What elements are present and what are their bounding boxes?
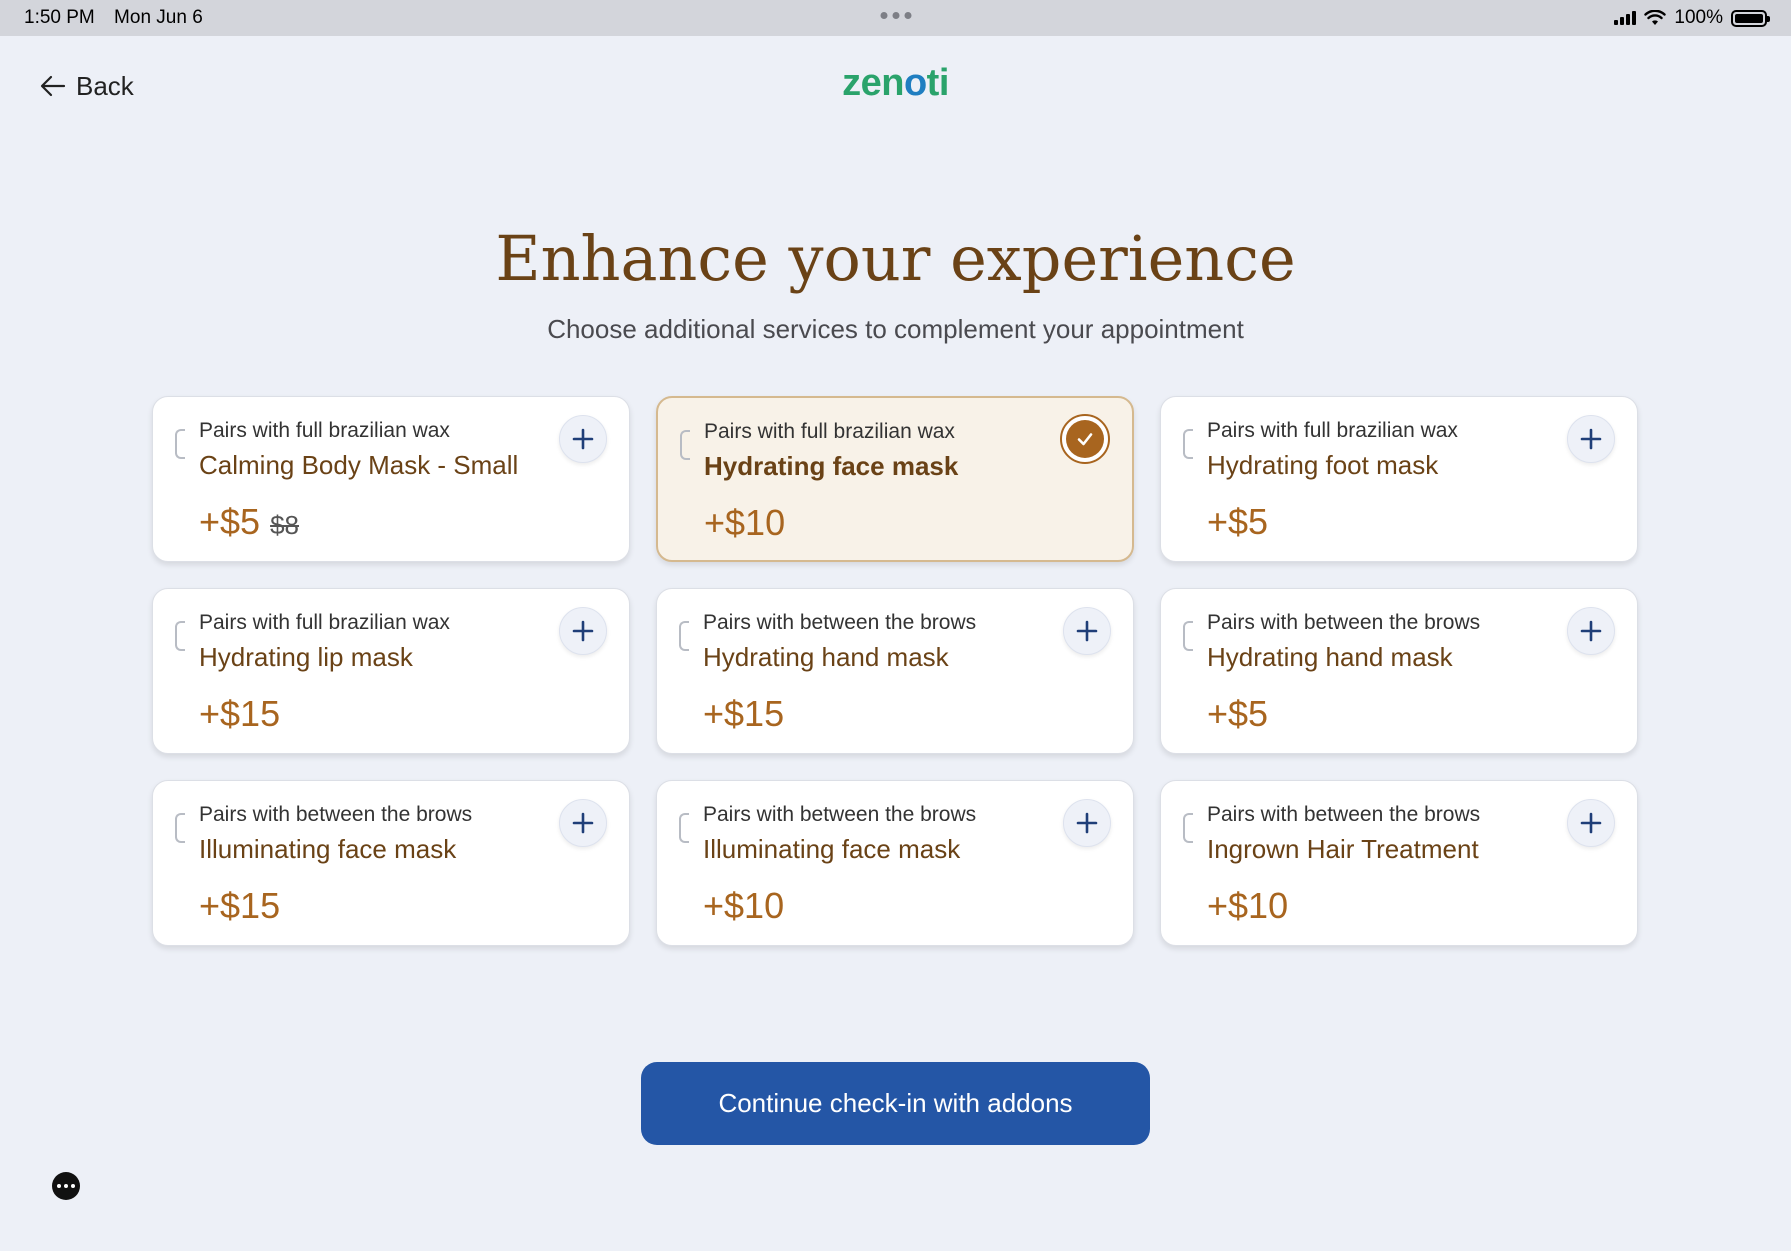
addon-pairs-text: Pairs with full brazilian wax — [199, 611, 450, 634]
add-addon-button[interactable] — [1063, 607, 1111, 655]
plus-icon — [1076, 620, 1098, 642]
addon-price-value: +$5 — [1207, 693, 1269, 734]
addon-card[interactable]: Pairs with between the brows Ingrown Hai… — [1160, 780, 1638, 946]
add-addon-button[interactable] — [1567, 799, 1615, 847]
addon-name: Ingrown Hair Treatment — [1207, 834, 1479, 864]
logo-text-o: o — [903, 62, 927, 104]
status-time: 1:50 PM — [24, 7, 95, 28]
plus-icon — [572, 428, 594, 450]
plus-icon — [572, 812, 594, 834]
battery-percent: 100% — [1674, 7, 1723, 28]
addon-name: Hydrating hand mask — [703, 642, 949, 672]
card-bracket — [175, 429, 185, 459]
checkmark-icon — [1077, 433, 1093, 446]
addon-price-value: +$15 — [199, 693, 281, 734]
card-bracket — [680, 430, 690, 460]
wifi-icon — [1644, 10, 1667, 25]
addon-name: Illuminating face mask — [199, 834, 457, 864]
addon-pairs-text: Pairs with full brazilian wax — [199, 419, 450, 442]
addon-price-value: +$10 — [703, 885, 785, 926]
card-bracket — [175, 813, 185, 843]
arrow-left-icon — [40, 75, 66, 97]
add-addon-button[interactable] — [1063, 799, 1111, 847]
addon-card[interactable]: Pairs with full brazilian wax Hydrating … — [152, 588, 630, 754]
addon-name: Calming Body Mask - Small — [199, 450, 519, 480]
addon-card[interactable]: Pairs with between the brows Hydrating h… — [1160, 588, 1638, 754]
addon-name: Hydrating hand mask — [1207, 642, 1453, 672]
addon-name: Hydrating lip mask — [199, 642, 413, 672]
add-addon-button[interactable] — [559, 415, 607, 463]
addon-price: +$15 — [199, 693, 280, 735]
addon-price-value: +$10 — [1207, 885, 1289, 926]
addon-name: Hydrating foot mask — [1207, 450, 1439, 480]
multitasking-dots-icon[interactable] — [880, 12, 911, 19]
addon-price: +$5 $8 — [199, 501, 299, 543]
addon-price: +$10 — [1207, 885, 1288, 927]
zenoti-logo: zenoti — [842, 62, 949, 105]
status-date: Mon Jun 6 — [114, 7, 203, 28]
addon-card[interactable]: Pairs with full brazilian wax Hydrating … — [1160, 396, 1638, 562]
cellular-signal-icon — [1614, 11, 1637, 25]
addon-card[interactable]: Pairs with between the brows Hydrating h… — [656, 588, 1134, 754]
addon-old-price: $8 — [270, 510, 299, 540]
card-bracket — [1183, 429, 1193, 459]
plus-icon — [1580, 812, 1602, 834]
logo-text-start: zen — [842, 62, 904, 104]
more-options-icon[interactable] — [52, 1172, 80, 1200]
status-left: 1:50 PM Mon Jun 6 — [24, 7, 217, 29]
plus-icon — [1580, 620, 1602, 642]
addon-name: Hydrating face mask — [704, 451, 959, 481]
battery-icon — [1731, 9, 1770, 27]
addon-price: +$10 — [704, 502, 785, 544]
addon-card[interactable]: Pairs with between the brows Illuminatin… — [656, 780, 1134, 946]
addon-price-value: +$5 — [199, 501, 261, 542]
card-bracket — [1183, 621, 1193, 651]
add-addon-button[interactable] — [1567, 415, 1615, 463]
addon-card[interactable]: Pairs with between the brows Illuminatin… — [152, 780, 630, 946]
plus-icon — [572, 620, 594, 642]
addon-pairs-text: Pairs with between the brows — [1207, 803, 1481, 826]
back-label: Back — [76, 70, 134, 101]
status-bar: 1:50 PM Mon Jun 6 100% — [0, 0, 1791, 36]
logo-text-end: ti — [926, 62, 950, 104]
card-bracket — [175, 621, 185, 651]
continue-checkin-button[interactable]: Continue check-in with addons — [641, 1062, 1150, 1145]
addon-grid: Pairs with full brazilian wax Calming Bo… — [152, 396, 1638, 946]
card-bracket — [679, 621, 689, 651]
addon-price-value: +$15 — [703, 693, 785, 734]
addon-price-value: +$5 — [1207, 501, 1269, 542]
addon-price-value: +$10 — [704, 502, 786, 543]
add-addon-button[interactable] — [559, 607, 607, 655]
addon-price: +$10 — [703, 885, 784, 927]
addon-price: +$5 — [1207, 693, 1268, 735]
addon-card-selected[interactable]: Pairs with full brazilian wax Hydrating … — [656, 396, 1134, 562]
addon-pairs-text: Pairs with full brazilian wax — [1207, 419, 1458, 442]
selected-check-button[interactable] — [1060, 414, 1110, 464]
addon-card[interactable]: Pairs with full brazilian wax Calming Bo… — [152, 396, 630, 562]
page-title: Enhance your experience — [495, 222, 1296, 295]
addon-pairs-text: Pairs with between the brows — [703, 803, 977, 826]
addon-price: +$5 — [1207, 501, 1268, 543]
addon-price: +$15 — [703, 693, 784, 735]
addon-name: Illuminating face mask — [703, 834, 961, 864]
add-addon-button[interactable] — [1567, 607, 1615, 655]
addon-pairs-text: Pairs with between the brows — [1207, 611, 1481, 634]
back-button[interactable]: Back — [40, 68, 134, 104]
plus-icon — [1580, 428, 1602, 450]
plus-icon — [1076, 812, 1098, 834]
addon-price-value: +$15 — [199, 885, 281, 926]
addon-pairs-text: Pairs with between the brows — [199, 803, 473, 826]
card-bracket — [679, 813, 689, 843]
addon-pairs-text: Pairs with full brazilian wax — [704, 420, 955, 443]
addon-pairs-text: Pairs with between the brows — [703, 611, 977, 634]
add-addon-button[interactable] — [559, 799, 607, 847]
status-right: 100% — [1614, 7, 1770, 29]
page-subtitle: Choose additional services to complement… — [547, 314, 1244, 344]
card-bracket — [1183, 813, 1193, 843]
addon-price: +$15 — [199, 885, 280, 927]
